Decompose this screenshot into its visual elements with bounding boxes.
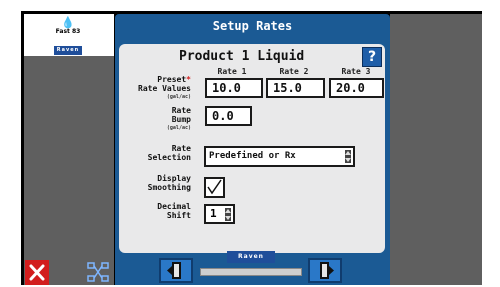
next-page-icon bbox=[320, 262, 334, 279]
previous-page-button[interactable] bbox=[159, 258, 193, 283]
rates-panel: Product 1 Liquid ? Rate 1 Rate 2 Rate 3 … bbox=[119, 44, 385, 253]
display-smoothing-checkbox[interactable] bbox=[204, 177, 225, 198]
checkmark-icon bbox=[207, 179, 222, 195]
preset-label: Preset* bbox=[157, 75, 191, 84]
required-marker: * bbox=[186, 75, 191, 84]
spinner-arrows-icon bbox=[225, 208, 231, 221]
close-icon bbox=[29, 264, 45, 281]
help-button[interactable]: ? bbox=[362, 47, 382, 67]
droplet-icon: 💧 bbox=[61, 16, 75, 29]
rate-3-input[interactable]: 20.0 bbox=[329, 78, 384, 98]
product-title: Product 1 Liquid bbox=[179, 49, 305, 64]
window-title: Setup Rates bbox=[212, 19, 293, 33]
raven-logo: Raven bbox=[53, 46, 83, 55]
rate-bump-label-2: Bump bbox=[171, 115, 191, 124]
rate-1-header: Rate 1 bbox=[217, 67, 247, 76]
rate-selection-dropdown[interactable]: Predefined or Rx bbox=[204, 146, 355, 167]
raven-footer-logo: Raven bbox=[227, 251, 275, 263]
decimal-shift-spinner[interactable]: 1 bbox=[204, 204, 235, 224]
decimal-shift-label-1: Decimal bbox=[157, 202, 191, 211]
rate-bump-unit: (gal/ac) bbox=[166, 125, 191, 131]
rate-3-header: Rate 3 bbox=[341, 67, 371, 76]
rate-values-label: Rate Values bbox=[138, 84, 191, 93]
rate-bump-input[interactable]: 0.0 bbox=[205, 106, 252, 126]
rate-2-header: Rate 2 bbox=[279, 67, 309, 76]
rate-2-input[interactable]: 15.0 bbox=[266, 78, 325, 98]
app-logo-text: Fast 83 bbox=[55, 28, 81, 35]
previous-page-icon bbox=[167, 262, 181, 279]
right-sidebar bbox=[390, 14, 482, 285]
close-button[interactable] bbox=[25, 260, 49, 285]
rate-values-unit: (gal/ac) bbox=[166, 94, 191, 100]
network-button[interactable] bbox=[83, 260, 113, 285]
network-icon bbox=[87, 262, 109, 282]
rate-selection-value: Predefined or Rx bbox=[209, 151, 296, 161]
decimal-shift-label-2: Shift bbox=[166, 211, 191, 220]
decimal-shift-value: 1 bbox=[210, 207, 217, 220]
next-page-button[interactable] bbox=[308, 258, 342, 283]
rate-1-input[interactable]: 10.0 bbox=[205, 78, 263, 98]
display-smoothing-label-1: Display bbox=[157, 174, 191, 183]
display-smoothing-label-2: Smoothing bbox=[147, 183, 191, 192]
setup-rates-window: Setup Rates Product 1 Liquid ? Rate 1 Ra… bbox=[115, 14, 390, 285]
dropdown-spinner-icon bbox=[345, 150, 351, 163]
rate-selection-label-2: Selection bbox=[147, 153, 191, 162]
app-logo-tile[interactable]: 💧 Fast 83 Raven bbox=[50, 15, 86, 55]
rate-selection-label-1: Rate bbox=[171, 144, 191, 153]
page-progress-bar bbox=[200, 268, 302, 276]
rate-bump-label-1: Rate bbox=[171, 106, 191, 115]
